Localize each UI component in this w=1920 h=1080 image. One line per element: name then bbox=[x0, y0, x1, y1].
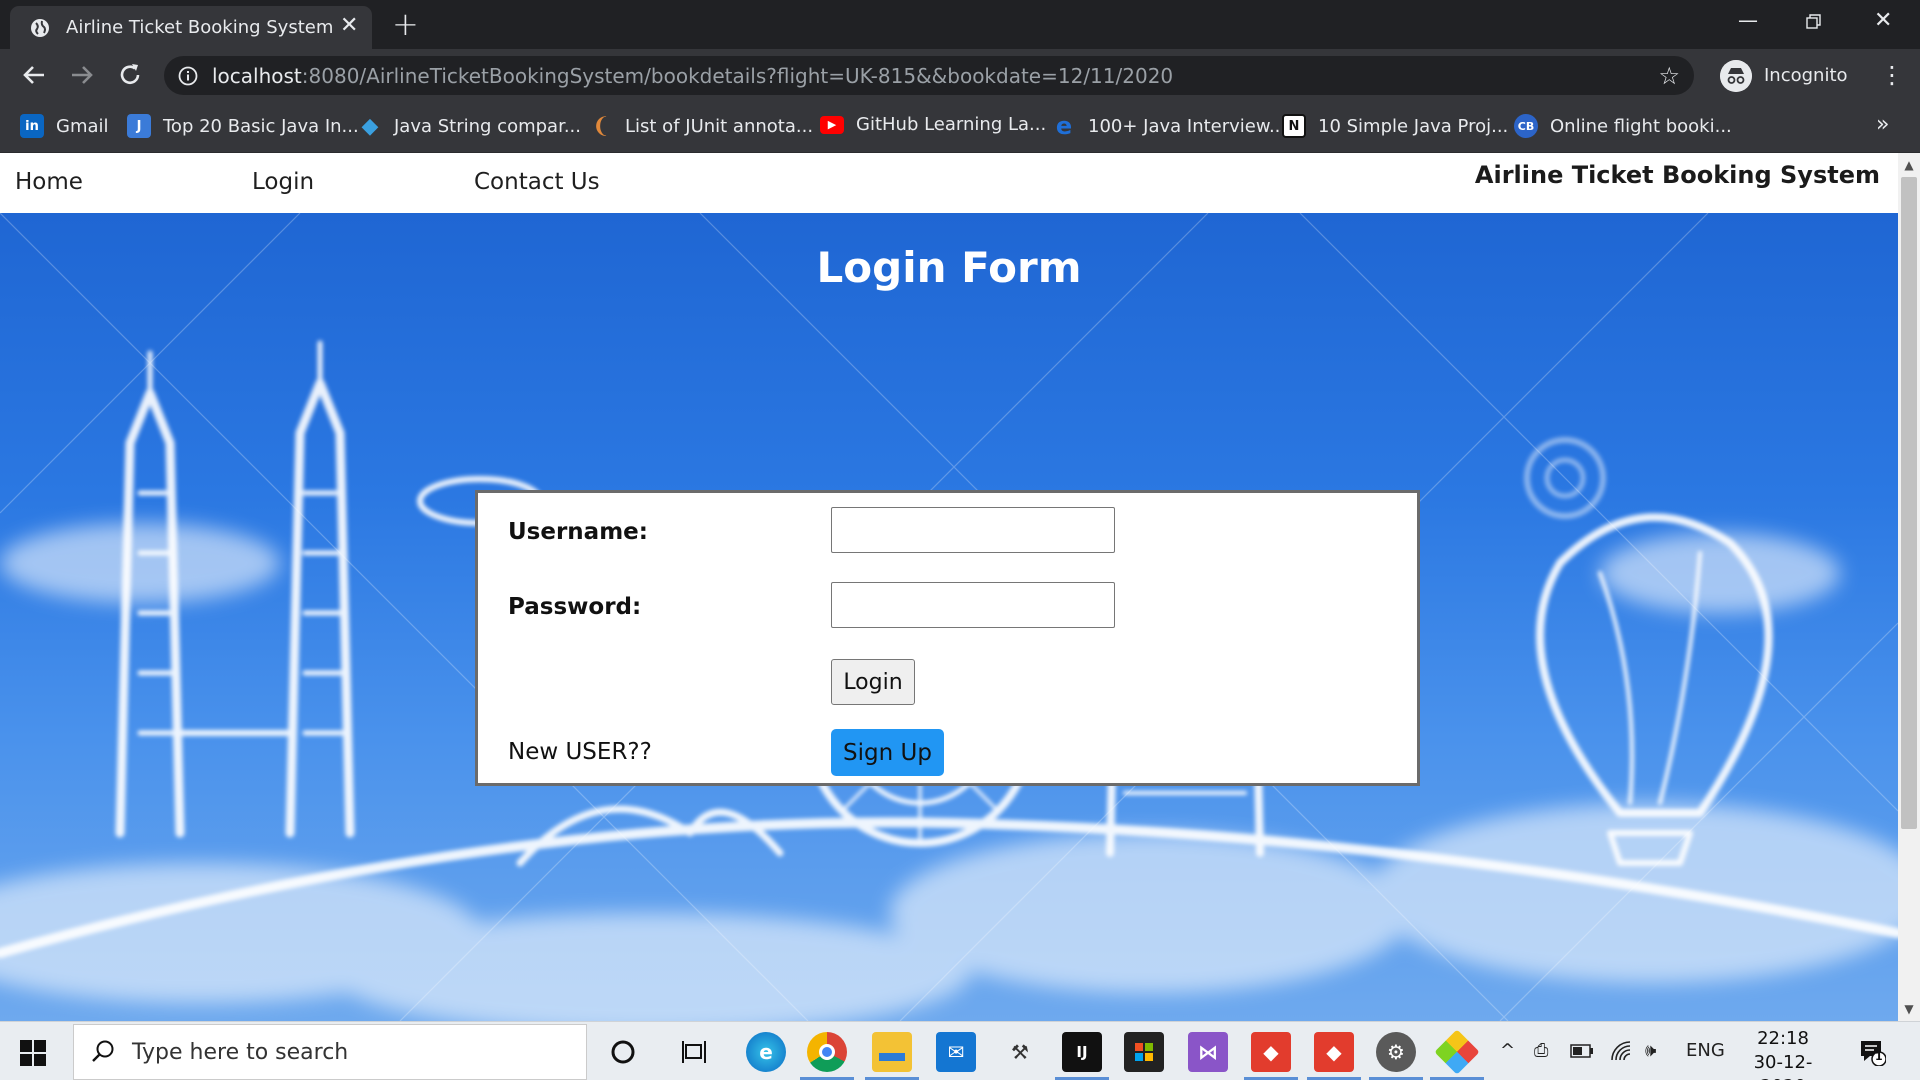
url-text: localhost:8080/AirlineTicketBookingSyste… bbox=[212, 64, 1174, 88]
restore-icon[interactable] bbox=[1806, 14, 1822, 30]
bookmark-java-string[interactable]: ◆ Java String compar... bbox=[358, 113, 581, 139]
bookmark-junit[interactable]: ❨ List of JUnit annota... bbox=[589, 113, 813, 139]
gitkraken-icon[interactable] bbox=[1434, 1029, 1480, 1075]
signup-button[interactable]: Sign Up bbox=[831, 729, 944, 776]
close-window-icon[interactable]: ✕ bbox=[1874, 8, 1892, 33]
site-info-icon[interactable] bbox=[178, 66, 198, 86]
browser-tab[interactable]: Airline Ticket Booking System ✕ bbox=[10, 6, 372, 49]
edge-icon[interactable]: e bbox=[746, 1032, 786, 1072]
globe-icon bbox=[31, 19, 49, 37]
cortana-icon[interactable] bbox=[603, 1032, 643, 1072]
youtube-icon: ▶ bbox=[820, 115, 844, 134]
bookmark-gmail[interactable]: in Gmail bbox=[20, 114, 109, 138]
scroll-up-icon[interactable]: ▲ bbox=[1898, 155, 1920, 175]
password-input[interactable] bbox=[831, 582, 1115, 628]
menu-kebab-icon[interactable]: ⋮ bbox=[1880, 61, 1904, 89]
bookmark-star-icon[interactable]: ☆ bbox=[1658, 62, 1680, 90]
chrome-icon[interactable] bbox=[807, 1032, 847, 1072]
address-bar[interactable]: localhost:8080/AirlineTicketBookingSyste… bbox=[164, 56, 1694, 95]
incognito-label: Incognito bbox=[1764, 65, 1848, 86]
minimize-icon[interactable]: — bbox=[1738, 8, 1758, 32]
notion-icon: N bbox=[1282, 114, 1306, 138]
reload-icon[interactable] bbox=[114, 59, 146, 91]
windows-taskbar: Type here to search e ✉ ⚒ IJ ⋈ ◆ ◆ ⚙ ^ ⎙… bbox=[0, 1021, 1920, 1080]
site-navbar: Home Login Contact Us Airline Ticket Boo… bbox=[0, 153, 1898, 213]
diamond-icon: ◆ bbox=[361, 113, 379, 139]
bookmarks-bar: in Gmail J Top 20 Basic Java In... ◆ Jav… bbox=[0, 102, 1920, 153]
hero-background: Login Form Username: Password: Login New… bbox=[0, 213, 1898, 1021]
search-icon bbox=[92, 1040, 114, 1062]
intellij-icon[interactable]: IJ bbox=[1062, 1032, 1102, 1072]
site-brand: Airline Ticket Booking System bbox=[1474, 161, 1880, 189]
bookmark-java-interview-100[interactable]: e 100+ Java Interview... bbox=[1052, 112, 1286, 140]
system-clock[interactable]: 22:18 30-12-2020 bbox=[1738, 1027, 1828, 1080]
visual-studio-icon[interactable]: ⋈ bbox=[1188, 1032, 1228, 1072]
git-icon-2[interactable]: ◆ bbox=[1314, 1032, 1354, 1072]
new-user-label: New USER?? bbox=[508, 739, 652, 765]
forward-arrow-icon[interactable] bbox=[66, 59, 98, 91]
notification-center-icon[interactable]: 1 bbox=[1858, 1038, 1887, 1067]
bookmark-github-learning[interactable]: ▶ GitHub Learning La... bbox=[820, 114, 1046, 135]
nav-home-link[interactable]: Home bbox=[15, 169, 83, 195]
page-viewport: Home Login Contact Us Airline Ticket Boo… bbox=[0, 153, 1898, 1021]
windows-start-icon[interactable] bbox=[20, 1040, 46, 1066]
nav-contact-link[interactable]: Contact Us bbox=[474, 169, 600, 195]
search-placeholder: Type here to search bbox=[132, 1040, 349, 1065]
bookmark-flight-booking[interactable]: CB Online flight booki... bbox=[1514, 114, 1732, 138]
notification-count: 1 bbox=[1875, 1050, 1883, 1063]
task-view-icon[interactable] bbox=[675, 1032, 715, 1072]
tab-title: Airline Ticket Booking System bbox=[66, 17, 334, 38]
close-tab-icon[interactable]: ✕ bbox=[340, 14, 358, 38]
bookmarks-overflow-icon[interactable]: » bbox=[1876, 112, 1889, 137]
nav-login-link[interactable]: Login bbox=[252, 169, 314, 195]
javatpoint-icon: J bbox=[127, 114, 151, 138]
incognito-icon bbox=[1720, 59, 1752, 92]
bookmark-java-projects[interactable]: N 10 Simple Java Proj... bbox=[1282, 114, 1508, 138]
feather-icon: ❨ bbox=[591, 113, 611, 139]
codebun-icon: CB bbox=[1514, 114, 1538, 138]
camera-icon[interactable]: ⎙ bbox=[1534, 1040, 1548, 1061]
password-label: Password: bbox=[508, 594, 642, 620]
bookmark-java-interview[interactable]: J Top 20 Basic Java In... bbox=[127, 114, 359, 138]
battery-icon[interactable] bbox=[1570, 1044, 1594, 1058]
volume-icon[interactable]: 🕪 bbox=[1645, 1040, 1656, 1061]
clock-time: 22:18 bbox=[1757, 1028, 1809, 1049]
login-form: Username: Password: Login New USER?? Sig… bbox=[475, 490, 1420, 786]
git-icon[interactable]: ◆ bbox=[1251, 1032, 1291, 1072]
tools-icon[interactable]: ⚒ bbox=[1000, 1032, 1040, 1072]
browser-toolbar: localhost:8080/AirlineTicketBookingSyste… bbox=[0, 49, 1920, 102]
tray-chevron-icon[interactable]: ^ bbox=[1500, 1040, 1515, 1061]
browser-tab-strip: Airline Ticket Booking System ✕ + — ✕ bbox=[0, 0, 1920, 49]
new-tab-button[interactable]: + bbox=[392, 7, 419, 41]
page-scrollbar[interactable]: ▲ ▼ bbox=[1898, 153, 1920, 1021]
wifi-icon[interactable] bbox=[1610, 1040, 1634, 1062]
store-icon[interactable] bbox=[1124, 1032, 1164, 1072]
scroll-down-icon[interactable]: ▼ bbox=[1898, 999, 1920, 1019]
back-arrow-icon[interactable] bbox=[18, 59, 50, 91]
language-indicator[interactable]: ENG bbox=[1686, 1040, 1725, 1061]
gear-badge-icon[interactable]: ⚙ bbox=[1376, 1032, 1416, 1072]
mail-icon[interactable]: ✉ bbox=[936, 1032, 976, 1072]
linkedin-icon: in bbox=[20, 114, 44, 138]
edureka-icon: e bbox=[1055, 112, 1073, 140]
taskbar-search-box[interactable]: Type here to search bbox=[73, 1024, 587, 1080]
scrollbar-thumb[interactable] bbox=[1901, 177, 1917, 829]
login-form-title: Login Form bbox=[816, 243, 1082, 292]
username-label: Username: bbox=[508, 519, 648, 545]
clock-date: 30-12-2020 bbox=[1753, 1052, 1813, 1080]
incognito-indicator[interactable]: Incognito bbox=[1720, 56, 1854, 95]
login-button[interactable]: Login bbox=[831, 659, 915, 705]
username-input[interactable] bbox=[831, 507, 1115, 553]
file-explorer-icon[interactable] bbox=[872, 1032, 912, 1072]
